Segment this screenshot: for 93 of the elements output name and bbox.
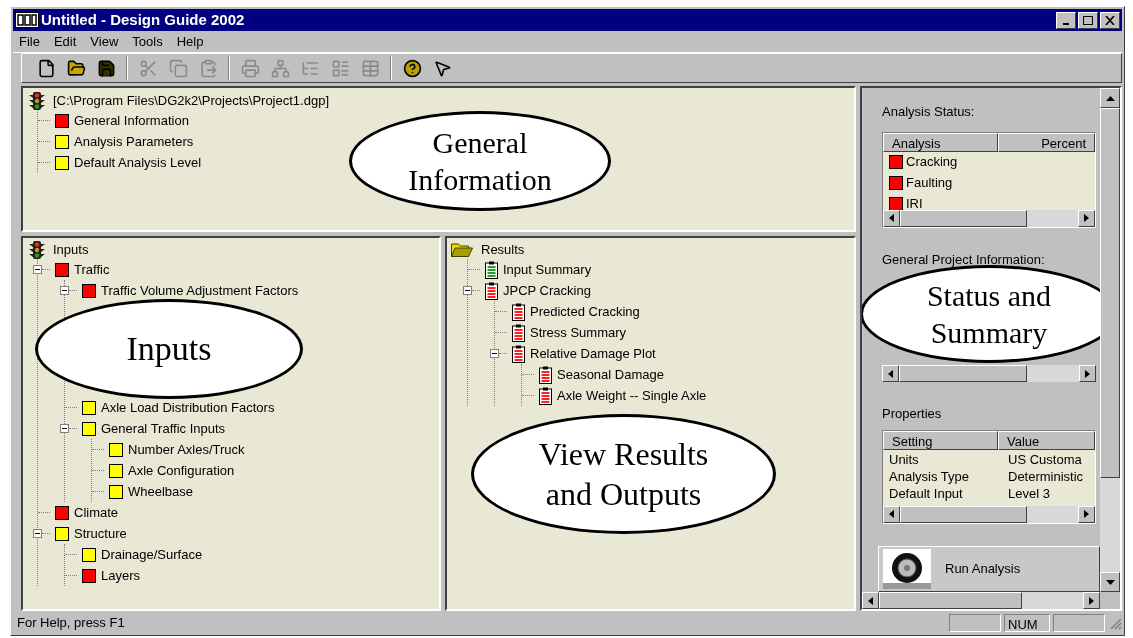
scrollbar-thumb[interactable] — [879, 592, 1022, 609]
callout-bubble: Inputs — [35, 299, 303, 399]
tree-item[interactable]: Layers — [101, 565, 141, 586]
folder-icon — [451, 243, 473, 257]
setting-value: Deterministic — [1008, 467, 1084, 485]
setting-value: Level 3 — [1008, 484, 1050, 502]
section-label: Analysis Status: — [882, 103, 976, 121]
down-arrow-icon — [1105, 579, 1115, 585]
tree-item[interactable]: Analysis Parameters — [74, 131, 194, 152]
column-header[interactable]: Percent — [998, 132, 1095, 152]
tree-item[interactable]: Climate — [74, 502, 119, 523]
tree-item[interactable]: General Information — [74, 110, 189, 131]
status-pane: NUM — [1004, 614, 1050, 632]
tree-item[interactable]: JPCP Cracking — [503, 280, 591, 301]
run-analysis-button[interactable]: Run Analysis — [878, 545, 1100, 592]
tree-root[interactable]: Results — [481, 240, 525, 260]
scroll-up-button[interactable] — [1100, 88, 1120, 108]
status-pane — [1053, 614, 1105, 632]
column-header[interactable]: Value — [998, 430, 1095, 450]
tree-item[interactable]: Axle Weight -- Single Axle — [557, 385, 707, 406]
tree-item[interactable]: Input Summary — [503, 259, 592, 280]
traffic-light-icon — [29, 91, 45, 110]
tree-item[interactable]: Traffic Volume Adjustment Factors — [101, 280, 299, 301]
tree-item[interactable]: Wheelbase — [128, 481, 194, 502]
left-arrow-icon — [868, 596, 873, 605]
setting-value: US Customa — [1008, 450, 1082, 468]
scroll-down-button[interactable] — [1100, 572, 1120, 592]
app-logo-icon — [15, 12, 39, 28]
tree-item[interactable]: Drainage/Surface — [101, 544, 203, 565]
close-button[interactable] — [1100, 11, 1120, 29]
setting-name: Analysis Type — [889, 467, 970, 485]
tree-item[interactable]: Structure — [74, 523, 127, 544]
tree-item[interactable]: Default Analysis Level — [74, 152, 202, 173]
menu-item[interactable]: Edit — [53, 31, 77, 52]
scroll-right-button[interactable] — [1083, 592, 1100, 609]
left-arrow-icon — [889, 214, 894, 222]
scroll-right-button[interactable] — [1079, 365, 1096, 382]
resize-grip-icon — [1108, 616, 1122, 630]
horizontal-scrollbar[interactable] — [882, 365, 1096, 382]
tree-item[interactable]: Stress Summary — [530, 322, 627, 343]
minimize-icon — [1063, 22, 1069, 25]
collapse-icon[interactable] — [490, 349, 499, 358]
tree-item[interactable]: Predicted Cracking — [530, 301, 640, 322]
collapse-icon[interactable] — [60, 424, 69, 433]
minimize-button[interactable] — [1056, 11, 1076, 29]
scrollbar-thumb[interactable] — [899, 365, 1028, 382]
tree-item[interactable]: Relative Damage Plot — [530, 343, 656, 364]
up-arrow-icon — [1105, 95, 1115, 101]
setting-name: Units — [889, 450, 920, 468]
traffic-light-icon — [29, 241, 45, 259]
vertical-scrollbar[interactable] — [1100, 88, 1120, 592]
tree-item[interactable]: Traffic — [74, 259, 110, 280]
right-arrow-icon — [1085, 369, 1090, 378]
column-header[interactable]: Analysis — [883, 132, 998, 152]
maximize-icon — [1083, 15, 1093, 25]
status-text: For Help, press F1 — [17, 614, 126, 633]
left-arrow-icon — [888, 369, 893, 378]
menu-item[interactable]: Tools — [132, 31, 163, 52]
horizontal-scrollbar[interactable] — [862, 592, 1100, 609]
tree-root[interactable]: Inputs — [53, 240, 89, 260]
collapse-icon[interactable] — [33, 529, 42, 538]
tree-item[interactable]: Axle Load Distribution Factors — [101, 397, 275, 418]
project-path: [C:\Program Files\DG2k2\Projects\Project1.dgp] — [53, 91, 329, 110]
analysis-name[interactable]: Faulting — [906, 173, 953, 193]
collapse-icon[interactable] — [463, 286, 472, 295]
close-icon — [1105, 15, 1115, 25]
analysis-name[interactable]: Cracking — [906, 152, 958, 172]
tire-icon — [883, 548, 931, 589]
right-arrow-icon — [1089, 596, 1094, 605]
analysis-name[interactable]: IRI — [906, 194, 923, 210]
tree-item[interactable]: Axle Configuration — [128, 460, 235, 481]
left-arrow-icon — [889, 510, 894, 518]
tree-item[interactable]: General Traffic Inputs — [101, 418, 226, 439]
tree-item[interactable]: Number Axles/Truck — [128, 439, 245, 460]
callout-bubble: General Information — [349, 111, 611, 211]
menu-item[interactable]: Help — [176, 31, 204, 52]
section-label: Properties — [882, 405, 943, 423]
tree-item[interactable]: Seasonal Damage — [557, 364, 664, 385]
scroll-left-button[interactable] — [882, 365, 899, 382]
right-arrow-icon — [1084, 510, 1089, 518]
collapse-icon[interactable] — [33, 265, 42, 274]
menu-item[interactable]: View — [90, 31, 119, 52]
menu-item[interactable]: File — [19, 31, 40, 52]
window-title: Untitled - Design Guide 2002 — [41, 9, 246, 30]
right-arrow-icon — [1084, 214, 1089, 222]
callout-bubble: View Results and Outputs — [471, 414, 776, 534]
collapse-icon[interactable] — [60, 286, 69, 295]
status-pane — [949, 614, 1001, 632]
setting-name: Default Input — [889, 484, 964, 502]
column-header[interactable]: Setting — [883, 430, 998, 450]
maximize-button[interactable] — [1078, 11, 1098, 29]
scrollbar-thumb[interactable] — [1100, 108, 1120, 478]
scroll-left-button[interactable] — [862, 592, 879, 609]
